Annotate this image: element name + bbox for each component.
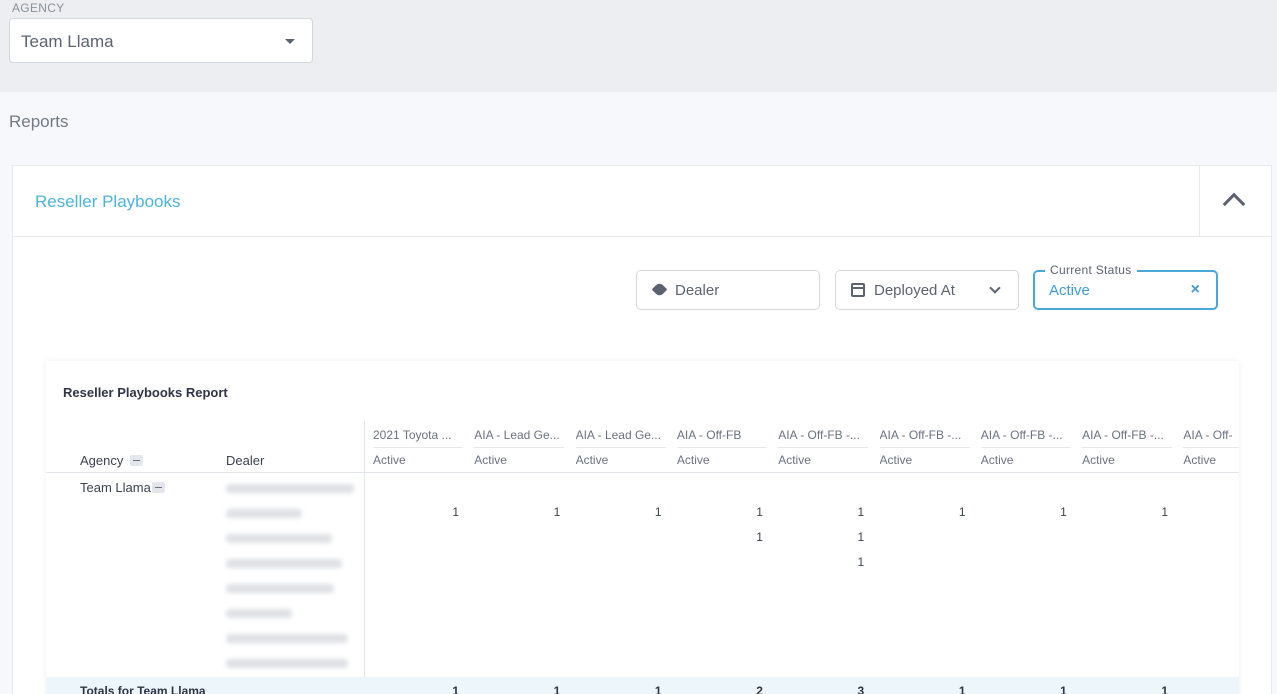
totals-label: Totals for Team Llama xyxy=(80,684,206,694)
table-cell: 1 xyxy=(756,530,763,544)
column-header-underline xyxy=(1082,447,1173,448)
total-cell: 3 xyxy=(857,684,865,694)
tag-icon xyxy=(651,281,668,298)
dealer-name-redacted xyxy=(226,659,348,668)
table-cell: 1 xyxy=(958,505,966,519)
column-header-underline xyxy=(373,447,463,448)
chevron-up-icon xyxy=(1222,192,1246,216)
column-header-underline xyxy=(980,447,1071,448)
column-header-status: Active xyxy=(778,453,811,467)
agency-column-header: Agency xyxy=(80,453,124,468)
dealer-name-redacted xyxy=(226,634,348,643)
table-cell: 1 xyxy=(1161,505,1169,519)
clear-status-icon[interactable]: × xyxy=(1191,281,1200,299)
dealer-name-redacted xyxy=(226,534,332,543)
column-header-status: Active xyxy=(676,453,710,467)
column-header-status: Active xyxy=(373,453,406,467)
column-header-underline xyxy=(879,447,970,448)
column-header-name[interactable]: AIA - Off-FB xyxy=(677,428,769,442)
total-cell: 2 xyxy=(756,684,763,694)
column-header-underline xyxy=(575,447,666,448)
column-header-underline xyxy=(474,447,565,448)
dealer-filter[interactable]: Dealer xyxy=(636,270,820,310)
dealer-column-header: Dealer xyxy=(226,453,265,468)
column-header-name[interactable]: AIA - Off-FB -... xyxy=(981,428,1073,442)
column-header-status: Active xyxy=(474,453,507,467)
report-title: Reseller Playbooks Report xyxy=(63,385,228,400)
current-status-filter[interactable]: Current Status Active × xyxy=(1033,263,1218,310)
column-header-name[interactable]: AIA - Off-FB -... xyxy=(1082,428,1174,442)
deployed-at-filter-label: Deployed At xyxy=(874,282,955,299)
column-header-name[interactable]: AIA - Lead Ge... xyxy=(474,428,566,442)
column-header-status: Active xyxy=(879,453,913,467)
reseller-playbooks-panel: Reseller Playbooks Dealer Deployed At Cu… xyxy=(12,165,1272,694)
agency-label: AGENCY xyxy=(12,1,65,15)
collapse-team-llama-icon[interactable] xyxy=(152,482,165,493)
table-cell: 1 xyxy=(857,530,865,544)
total-cell: 1 xyxy=(1060,684,1067,694)
table-cell: 1 xyxy=(553,505,561,519)
column-header-status: Active xyxy=(1082,453,1115,467)
table-cell: 1 xyxy=(1060,505,1067,519)
column-header-name[interactable]: AIA - Lead Ge... xyxy=(576,428,668,442)
column-header-name[interactable]: AIA - Off-FB -... xyxy=(778,428,870,442)
table-cell: 1 xyxy=(857,505,865,519)
total-cell: 1 xyxy=(654,684,662,694)
current-status-legend: Current Status xyxy=(1045,263,1137,277)
caret-down-icon xyxy=(285,39,295,44)
table-cell: 1 xyxy=(452,505,459,519)
header-divider xyxy=(46,472,1239,473)
dealer-name-redacted xyxy=(226,484,354,493)
dealer-name-redacted xyxy=(226,584,334,593)
dealer-name-redacted xyxy=(226,559,342,568)
collapse-agency-icon[interactable] xyxy=(130,455,143,466)
total-cell: 1 xyxy=(553,684,561,694)
dealer-name-redacted xyxy=(226,609,292,618)
chevron-down-icon xyxy=(989,282,1001,294)
column-header-name[interactable]: AIA - Off- xyxy=(1183,428,1239,442)
column-header-status: Active xyxy=(980,453,1014,467)
total-cell: 1 xyxy=(1161,684,1169,694)
column-divider xyxy=(364,421,365,677)
table-cell: 1 xyxy=(756,505,763,519)
collapse-button[interactable] xyxy=(1199,166,1271,237)
column-header-underline xyxy=(778,447,869,448)
current-status-value: Active xyxy=(1049,282,1090,299)
table-cell: 1 xyxy=(654,505,662,519)
panel-header: Reseller Playbooks xyxy=(13,166,1271,237)
agency-bar: AGENCY Team Llama xyxy=(0,0,1277,92)
agency-row-label: Team Llama xyxy=(80,480,151,495)
total-cell: 1 xyxy=(958,684,966,694)
report-card: Reseller Playbooks Report Agency Dealer … xyxy=(46,361,1239,694)
column-header-underline xyxy=(1183,447,1239,448)
page-title: Reports xyxy=(9,112,69,131)
table-cell: 1 xyxy=(857,555,865,569)
calendar-icon xyxy=(851,283,865,297)
column-header-name[interactable]: 2021 Toyota ... xyxy=(373,428,465,442)
column-header-status: Active xyxy=(1183,453,1217,467)
deployed-at-filter[interactable]: Deployed At xyxy=(835,270,1019,310)
dealer-name-redacted xyxy=(226,509,302,518)
totals-row: Totals for Team Llama 1 1 1 2 3 1 1 1 xyxy=(46,677,1239,694)
agency-select[interactable]: Team Llama xyxy=(9,18,313,63)
panel-title[interactable]: Reseller Playbooks xyxy=(35,192,181,212)
column-header-status: Active xyxy=(575,453,609,467)
column-header-underline xyxy=(676,447,767,448)
total-cell: 1 xyxy=(452,684,459,694)
dealer-filter-label: Dealer xyxy=(675,282,720,299)
agency-select-value: Team Llama xyxy=(21,32,114,51)
column-header-name[interactable]: AIA - Off-FB -... xyxy=(880,428,972,442)
